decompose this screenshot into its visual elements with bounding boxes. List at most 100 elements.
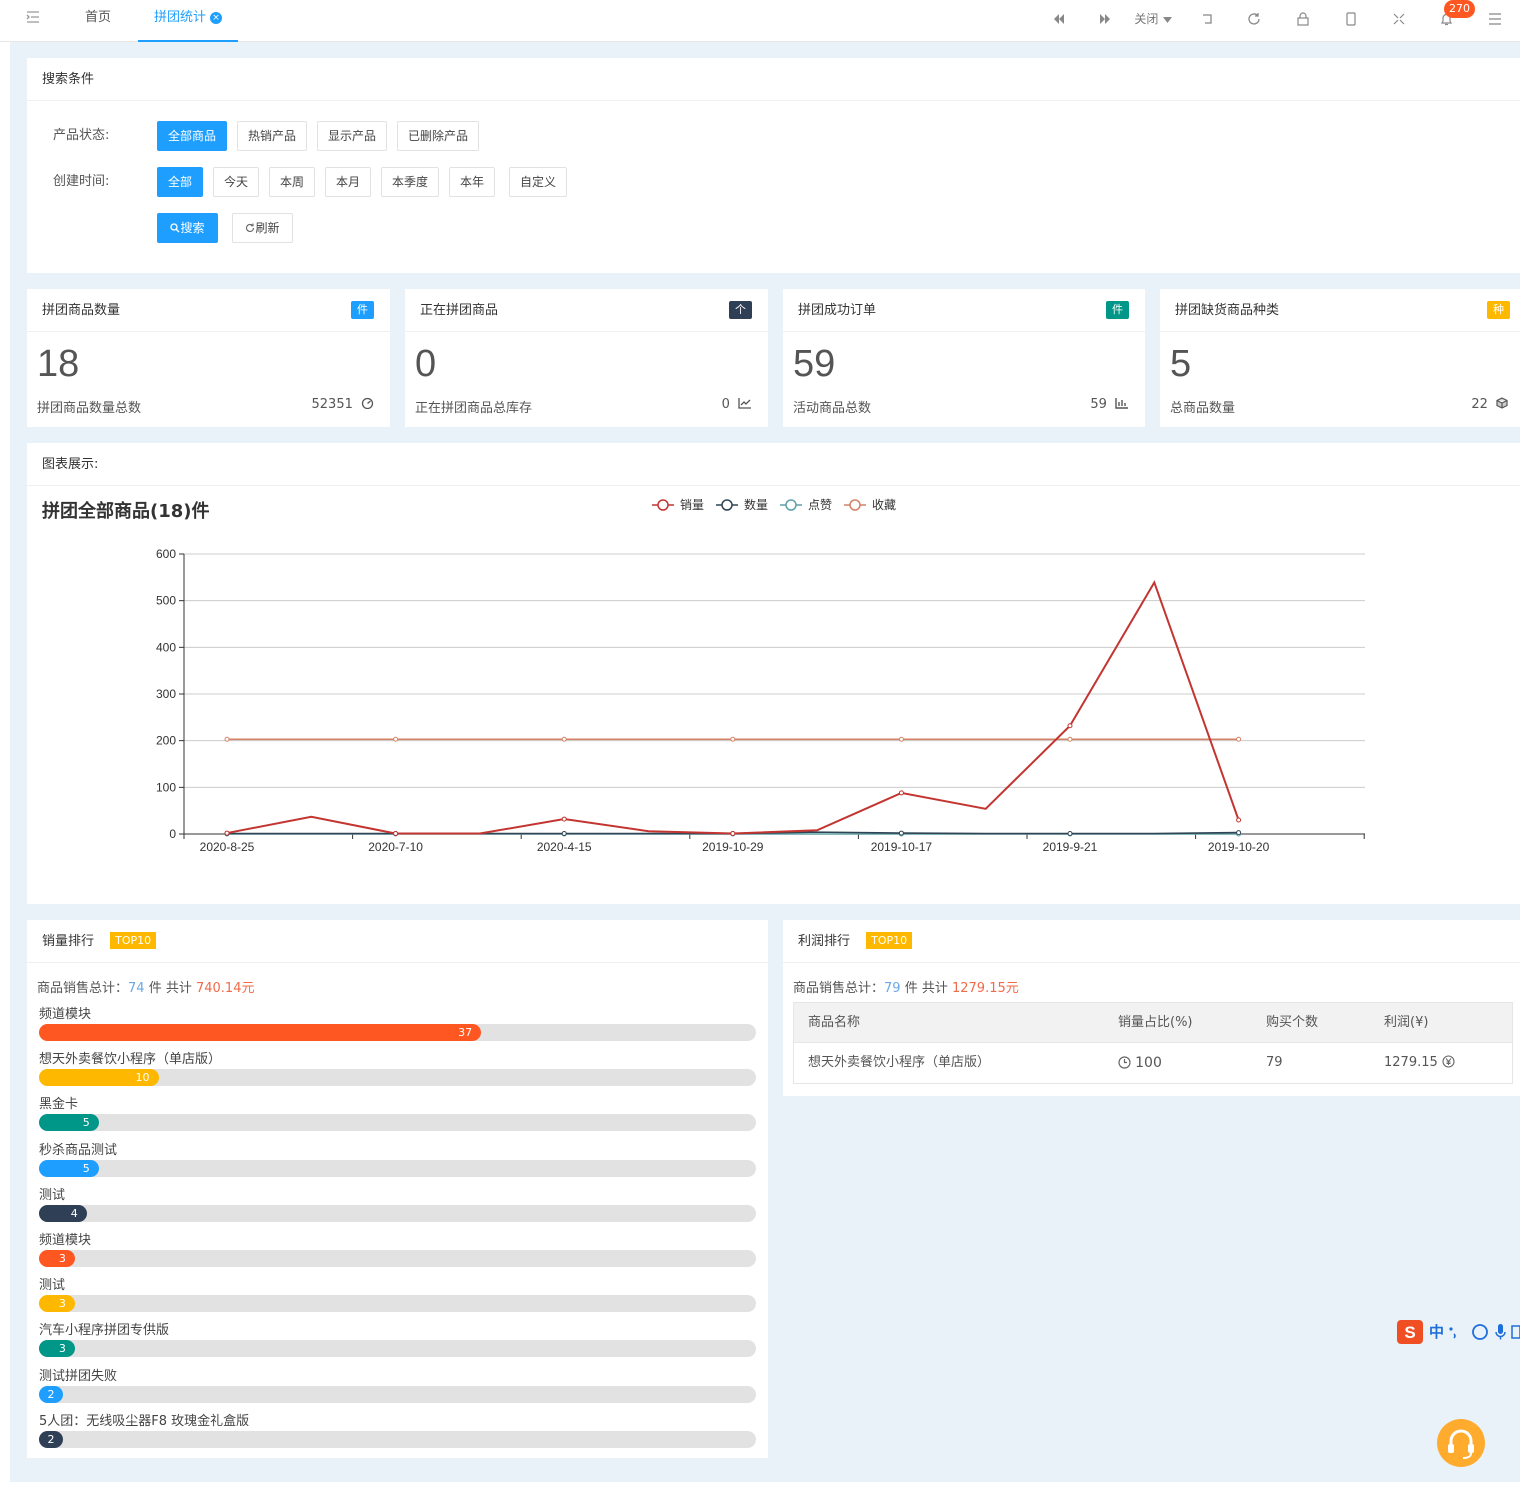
- y-tick-label: 100: [156, 780, 176, 794]
- stat-card-group-products: 拼团商品数量 件 18 拼团商品数量总数 52351: [27, 289, 390, 427]
- data-point: [730, 831, 736, 837]
- data-point: [898, 830, 904, 836]
- stat-value: 18: [37, 343, 80, 385]
- summary-amount: 1279.15元: [951, 981, 1019, 996]
- time-month-button[interactable]: 本月: [325, 167, 371, 197]
- time-week-button[interactable]: 本周: [269, 167, 315, 197]
- stat-desc: 正在拼团商品总库存: [415, 401, 533, 416]
- stat-right-value: 22: [1471, 397, 1488, 412]
- time-custom-button[interactable]: 自定义: [509, 167, 567, 197]
- stat-card-active-groups: 正在拼团商品 个 0 正在拼团商品总库存 0: [405, 289, 768, 427]
- refresh-button-label: 刷新: [255, 221, 280, 235]
- yen-icon: [1442, 1055, 1455, 1068]
- top10-tag: TOP10: [866, 932, 913, 949]
- tab-close-icon[interactable]: ×: [210, 12, 222, 24]
- data-point: [393, 736, 399, 742]
- customer-service-button[interactable]: [1437, 1419, 1485, 1467]
- refresh-icon[interactable]: [1245, 8, 1263, 30]
- sales-summary: 商品销售总计：74 件 共计 740.14元: [37, 977, 254, 996]
- rank-item-name: 测试: [39, 1187, 66, 1203]
- search-card: 搜索条件 产品状态: 全部商品 热销产品 显示产品 已删除产品 创建时间: 全部…: [27, 58, 1520, 273]
- caret-down-icon: [1162, 16, 1172, 23]
- rank-progress-track: 10: [39, 1069, 756, 1087]
- time-all-button[interactable]: 全部: [157, 167, 203, 197]
- tab-home-label: 首页: [84, 10, 111, 25]
- rank-item-name: 测试拼团失败: [39, 1368, 118, 1384]
- search-card-title: 搜索条件: [27, 58, 1520, 101]
- rank-progress-fill: 37: [39, 1024, 482, 1041]
- data-point: [224, 830, 230, 836]
- series-line-0: [226, 580, 1240, 835]
- clock-icon: [1118, 1056, 1131, 1069]
- stat-right: 22: [1471, 397, 1508, 412]
- rank-progress-track: 4: [39, 1204, 756, 1222]
- data-point: [898, 790, 904, 796]
- x-tick-label: 2020-8-25: [200, 840, 255, 854]
- data-point: [1236, 736, 1242, 742]
- status-hot-button[interactable]: 热销产品: [237, 121, 307, 151]
- data-point: [1067, 723, 1073, 729]
- search-button[interactable]: 搜索: [157, 213, 218, 243]
- scroll-left-icon[interactable]: [1050, 8, 1068, 30]
- menu-toggle-icon[interactable]: [26, 10, 42, 26]
- back-icon[interactable]: [1198, 8, 1216, 30]
- data-point: [561, 816, 567, 822]
- status-visible-button[interactable]: 显示产品: [317, 121, 387, 151]
- close-dropdown[interactable]: 关闭: [1130, 8, 1176, 30]
- summary-prefix: 商品销售总计：: [793, 981, 885, 996]
- sales-rank-card: 销量排行 TOP10 商品销售总计：74 件 共计 740.14元 频道模块 37…: [27, 920, 768, 1458]
- mobile-icon[interactable]: [1342, 8, 1360, 30]
- y-tick-label: 0: [169, 827, 176, 841]
- line-chart-icon: [738, 398, 751, 409]
- y-tick-label: 200: [156, 734, 176, 748]
- profit-summary: 商品销售总计：79 件 共计 1279.15元: [793, 977, 1019, 996]
- data-point: [561, 831, 567, 837]
- rank-item-name: 5人团：无线吸尘器F8 玫瑰金礼盒版: [39, 1413, 250, 1429]
- stat-badge: 个: [729, 301, 752, 319]
- stat-badge: 种: [1487, 301, 1510, 319]
- refresh-button[interactable]: 刷新: [232, 213, 293, 243]
- y-tick-label: 500: [156, 594, 176, 608]
- x-tick-label: 2019-10-17: [871, 840, 933, 854]
- data-point: [1236, 830, 1242, 836]
- data-point: [224, 736, 230, 742]
- tab-group-stats[interactable]: 拼团统计 ×: [138, 0, 238, 42]
- tab-home[interactable]: 首页: [70, 0, 126, 42]
- time-quarter-button[interactable]: 本季度: [381, 167, 439, 197]
- sales-rank-header: 销量排行 TOP10: [27, 920, 768, 963]
- rank-progress-fill: 3: [39, 1250, 75, 1267]
- time-today-button[interactable]: 今天: [213, 167, 259, 197]
- time-filter-row: 创建时间: 全部 今天 本周 本月 本季度 本年 自定义: [53, 167, 1053, 197]
- chart-card: 图表展示: 拼团全部商品(18)件 0 100 200 300 400 500 600 202…: [27, 443, 1520, 904]
- stat-card-out-of-stock: 拼团缺货商品种类 种 5 总商品数量 22: [1160, 289, 1520, 427]
- stat-title: 正在拼团商品: [405, 289, 768, 332]
- rank-progress-track: 37: [39, 1024, 756, 1041]
- status-deleted-button[interactable]: 已删除产品: [397, 121, 479, 151]
- lock-icon[interactable]: [1294, 8, 1312, 30]
- search-button-label: 搜索: [180, 221, 205, 235]
- scroll-right-icon[interactable]: [1096, 8, 1114, 30]
- column-header-ratio: 销量占比(%): [1118, 1015, 1193, 1030]
- stat-right-value: 0: [721, 397, 730, 412]
- rank-progress-fill: 2: [39, 1430, 63, 1448]
- rank-progress-track: 3: [39, 1250, 756, 1267]
- action-row: 搜索 刷新: [53, 213, 1053, 243]
- data-point: [561, 736, 567, 742]
- data-point: [1067, 736, 1073, 742]
- stat-badge: 件: [1106, 301, 1129, 319]
- rank-progress-track: 2: [39, 1385, 756, 1403]
- refresh-small-icon: [246, 223, 255, 232]
- status-all-button[interactable]: 全部商品: [157, 121, 227, 151]
- y-tick-label: 400: [156, 640, 176, 654]
- legend-item: 收藏: [844, 498, 896, 512]
- table-row: 想天外卖餐饮小程序（单店版） 100 79 1279.15: [794, 1043, 1512, 1083]
- time-year-button[interactable]: 本年: [449, 167, 495, 197]
- rank-item-name: 频道模块: [39, 1233, 92, 1248]
- line-chart: 0 100 200 300 400 500 600 2020-8-25 2020-7-10 202…: [156, 497, 1365, 854]
- fullscreen-icon[interactable]: [1390, 8, 1408, 30]
- cell-profit: 1279.15: [1384, 1043, 1455, 1083]
- stat-right: 0: [722, 397, 752, 412]
- ime-toolbar[interactable]: S 中: [1396, 1318, 1520, 1346]
- headset-icon: [1448, 1429, 1474, 1459]
- more-menu-icon[interactable]: [1486, 8, 1504, 30]
